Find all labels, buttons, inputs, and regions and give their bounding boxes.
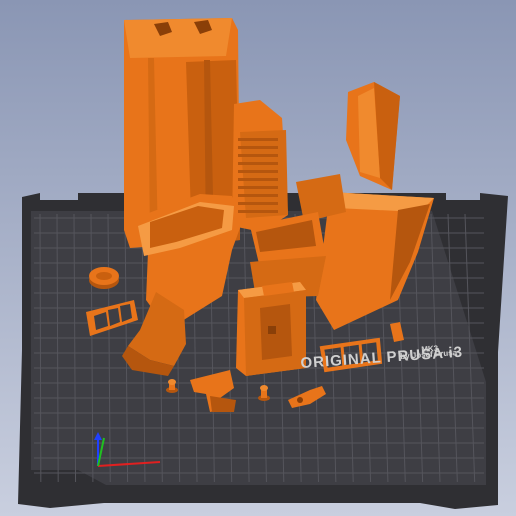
box-enclosure-part[interactable] (236, 282, 306, 376)
round-cap-part[interactable] (89, 267, 119, 289)
3d-viewport[interactable]: ORIGINAL PRUSA i3 MK3 by Josef Prusa (0, 0, 516, 516)
right-fin-part[interactable] (346, 82, 400, 190)
build-plate-scene[interactable] (0, 0, 516, 516)
grille-column-part[interactable] (232, 100, 288, 232)
